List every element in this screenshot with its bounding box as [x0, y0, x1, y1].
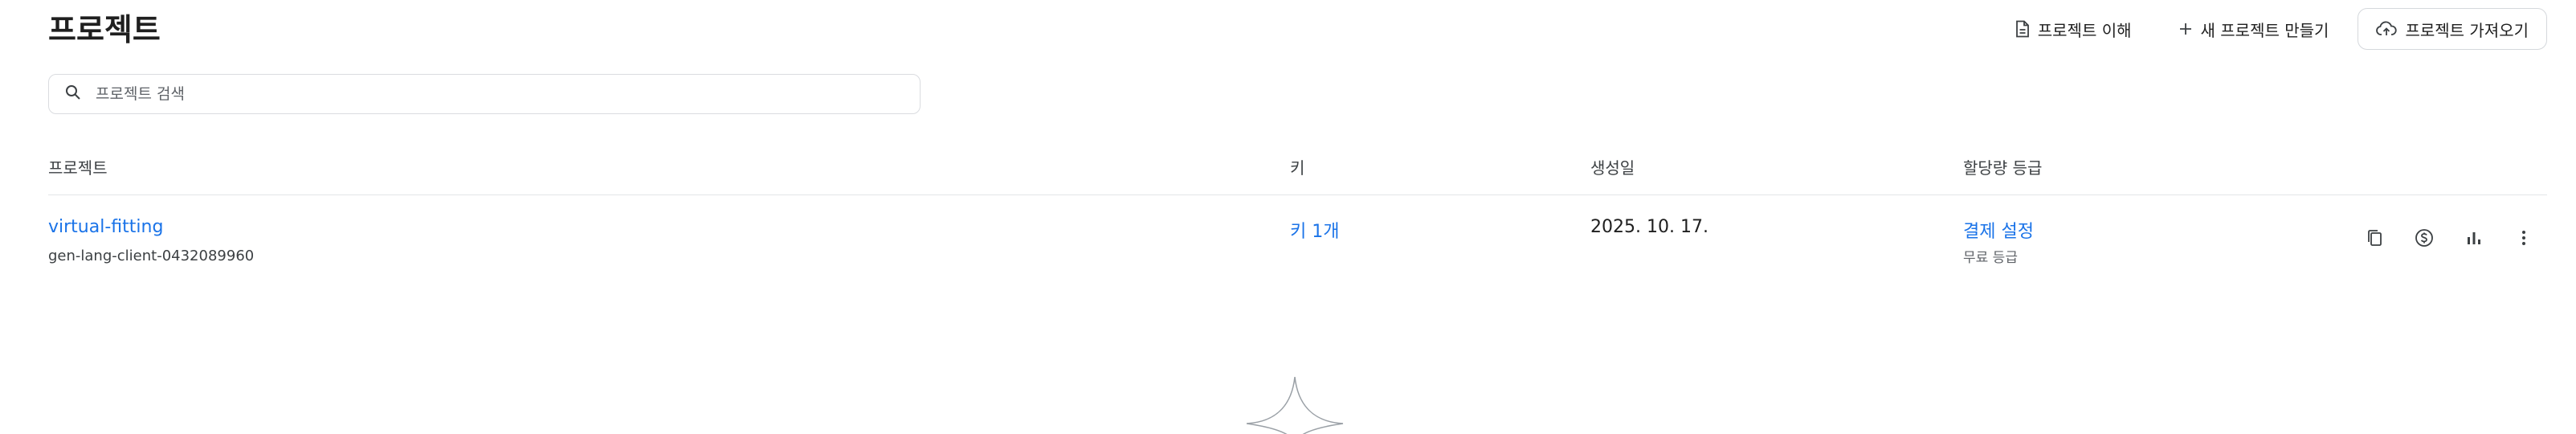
understand-projects-label: 프로젝트 이해: [2037, 20, 2132, 40]
project-id: gen-lang-client-0432089960: [48, 248, 255, 264]
cloud-upload-icon: [2376, 21, 2398, 37]
create-project-label: 새 프로젝트 만들기: [2200, 20, 2329, 40]
more-vert-icon[interactable]: [2511, 225, 2537, 251]
gemini-sparkle-icon: [1245, 374, 1345, 434]
project-created-date: 2025. 10. 17.: [1590, 217, 1708, 237]
project-name-link[interactable]: virtual-fitting: [48, 217, 163, 237]
quota-tier: 무료 등급: [1963, 250, 2018, 266]
search-icon: [65, 84, 81, 104]
create-project-button[interactable]: 새 프로젝트 만들기: [2161, 8, 2347, 50]
column-header-created[interactable]: 생성일: [1590, 155, 1635, 178]
understand-projects-button[interactable]: 프로젝트 이해: [1998, 8, 2149, 50]
bar-chart-icon[interactable]: [2461, 225, 2487, 251]
document-icon: [2015, 20, 2030, 38]
project-keys-link[interactable]: 키 1개: [1290, 217, 1339, 243]
column-header-quota[interactable]: 할당량 등급: [1963, 155, 2042, 178]
import-project-button[interactable]: 프로젝트 가져오기: [2358, 8, 2547, 50]
billing-setup-link[interactable]: 결제 설정: [1963, 217, 2034, 243]
page-title: 프로젝트: [48, 12, 161, 47]
import-project-label: 프로젝트 가져오기: [2405, 20, 2529, 40]
dollar-icon[interactable]: [2411, 225, 2437, 251]
row-actions: [2362, 225, 2537, 251]
search-input[interactable]: [96, 85, 819, 103]
column-header-key[interactable]: 키: [1290, 155, 1304, 178]
projects-page: 프로젝트 프로젝트 이해 새 프로젝트 만들기 프로젝트 가져오기 프로젝트 검…: [0, 0, 2576, 434]
plus-icon: [2178, 22, 2193, 36]
column-header-project[interactable]: 프로젝트: [48, 155, 108, 178]
header-actions: 프로젝트 이해 새 프로젝트 만들기 프로젝트 가져오기: [1998, 8, 2547, 50]
copy-icon[interactable]: [2362, 225, 2387, 251]
search-box: [48, 74, 921, 114]
table-header-divider: [48, 194, 2547, 195]
